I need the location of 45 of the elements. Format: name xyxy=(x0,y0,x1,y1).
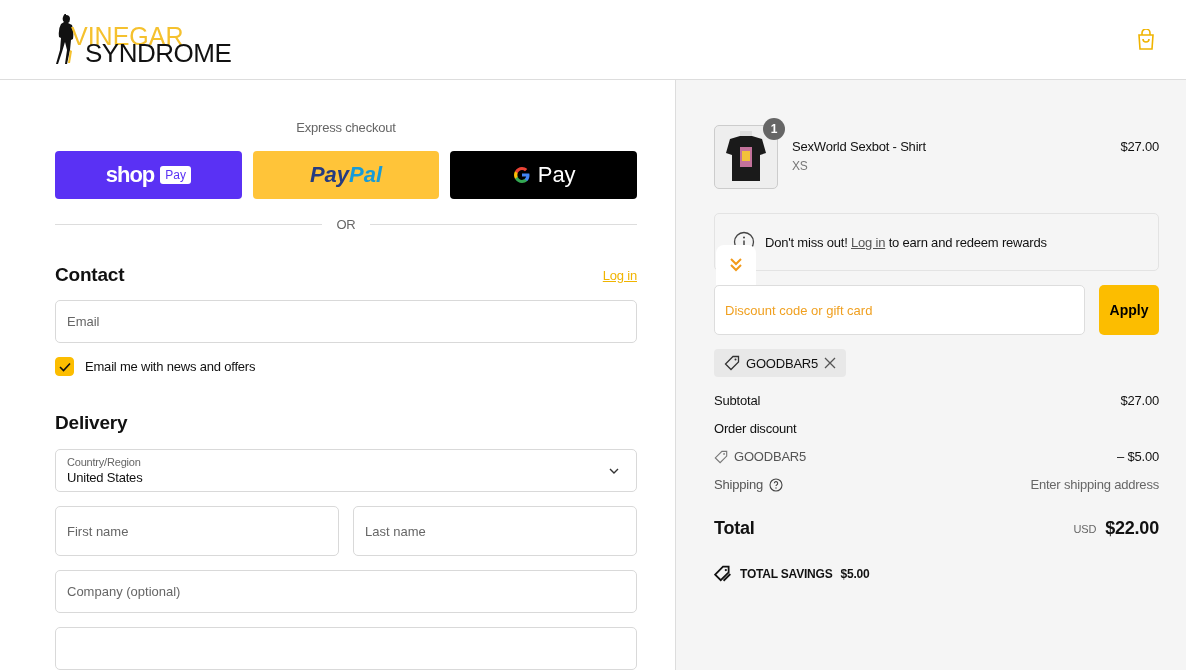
product-price: $27.00 xyxy=(1120,139,1159,154)
tag-icon xyxy=(724,355,740,371)
checkmark-icon xyxy=(58,361,71,372)
newsletter-label: Email me with news and offers xyxy=(85,359,256,374)
express-checkout-label: Express checkout xyxy=(295,120,397,135)
first-name-field[interactable]: First name xyxy=(55,506,339,556)
total-savings-label: TOTAL SAVINGS xyxy=(740,567,833,581)
total-label: Total xyxy=(714,518,755,539)
rewards-message: Don't miss out! Log in to earn and redeem rewards xyxy=(765,234,1047,250)
summary-label: Shipping xyxy=(714,477,763,492)
discount-code: GOODBAR5 xyxy=(734,449,807,464)
address-field[interactable] xyxy=(55,627,637,670)
company-field[interactable]: Company (optional) xyxy=(55,570,637,613)
summary-label: Subtotal xyxy=(714,393,761,408)
discount-code: GOODBAR5 xyxy=(746,355,819,371)
discount-code-field[interactable]: Discount code or gift card xyxy=(714,285,1085,335)
discount-amount: – $5.00 xyxy=(1117,449,1159,464)
last-name-field[interactable]: Last name xyxy=(353,506,637,556)
double-chevron-down-icon xyxy=(729,257,743,273)
shipping-value: Enter shipping address xyxy=(1030,477,1159,492)
google-g-icon xyxy=(511,165,532,185)
total-savings-amount: $5.00 xyxy=(840,567,870,581)
chevron-down-icon xyxy=(608,466,620,475)
total-amount: $22.00 xyxy=(1105,518,1159,539)
summary-value: $27.00 xyxy=(1120,393,1159,408)
help-icon[interactable] xyxy=(769,477,783,492)
log-in-link[interactable]: Log in xyxy=(851,234,886,250)
delivery-heading: Delivery xyxy=(55,412,129,434)
google-pay-button[interactable]: Pay xyxy=(450,151,637,199)
or-divider-label: OR xyxy=(336,217,356,232)
email-field[interactable]: Email xyxy=(55,300,637,343)
apply-button[interactable]: Apply xyxy=(1099,285,1159,335)
summary-label: Order discount xyxy=(714,421,797,436)
tag-icon xyxy=(714,565,732,583)
country-select[interactable]: Country/Region United States xyxy=(55,449,637,492)
remove-icon[interactable] xyxy=(824,357,837,369)
currency-code: USD xyxy=(1073,522,1097,535)
product-variant: XS xyxy=(792,159,809,173)
paypal-button[interactable]: PayPal xyxy=(252,151,440,199)
product-name: SexWorld Sexbot - Shirt xyxy=(792,139,927,154)
quantity-badge: 1 xyxy=(763,118,785,140)
shop-pay-button[interactable]: shop Pay xyxy=(55,151,242,199)
contact-heading: Contact xyxy=(55,264,125,286)
tag-icon xyxy=(714,449,728,464)
newsletter-checkbox[interactable] xyxy=(55,357,74,376)
